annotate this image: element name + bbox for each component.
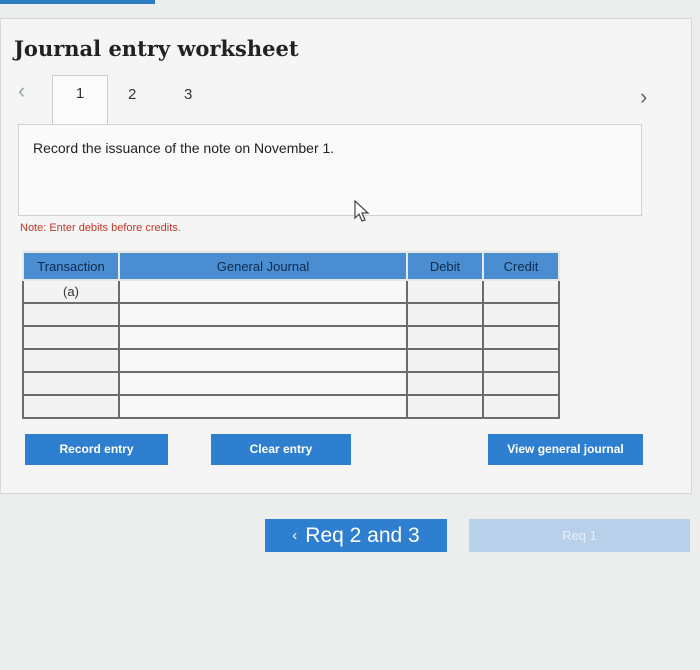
debit-input[interactable] (406, 279, 484, 304)
view-general-journal-button[interactable]: View general journal (488, 434, 643, 465)
header-debit: Debit (406, 251, 484, 281)
req-button-label: Req 2 and 3 (305, 524, 420, 547)
tab-3[interactable]: 3 (184, 86, 192, 103)
next-req-button[interactable]: Req 1 (469, 519, 690, 552)
table-header-row: Transaction General Journal Debit Credit (22, 251, 560, 281)
header-general-journal: General Journal (118, 251, 408, 281)
table-row (22, 302, 560, 327)
chevron-left-icon: ‹ (292, 527, 298, 544)
transaction-cell (22, 348, 120, 373)
table-row (22, 325, 560, 350)
clear-entry-button[interactable]: Clear entry (211, 434, 351, 465)
instruction-box: Record the issuance of the note on Novem… (18, 124, 642, 216)
credit-input[interactable] (482, 279, 560, 304)
account-input[interactable] (118, 394, 408, 419)
debit-input[interactable] (406, 348, 484, 373)
record-entry-button[interactable]: Record entry (25, 434, 168, 465)
debit-input[interactable] (406, 371, 484, 396)
credit-input[interactable] (482, 348, 560, 373)
table-row (22, 394, 560, 419)
table-row (22, 371, 560, 396)
credit-input[interactable] (482, 394, 560, 419)
account-input[interactable] (118, 302, 408, 327)
tab-1[interactable]: 1 (52, 75, 108, 129)
credit-input[interactable] (482, 302, 560, 327)
debit-input[interactable] (406, 394, 484, 419)
transaction-cell (22, 394, 120, 419)
note-text: Note: Enter debits before credits. (20, 222, 181, 234)
chevron-right-icon[interactable]: › (640, 86, 647, 108)
transaction-cell (22, 302, 120, 327)
table-row: (a) (22, 279, 560, 304)
mouse-cursor-icon (354, 200, 370, 222)
credit-input[interactable] (482, 325, 560, 350)
header-transaction: Transaction (22, 251, 120, 281)
page-title: Journal entry worksheet (14, 36, 299, 61)
transaction-cell (22, 371, 120, 396)
account-input[interactable] (118, 348, 408, 373)
account-input[interactable] (118, 325, 408, 350)
account-input[interactable] (118, 371, 408, 396)
table-row (22, 348, 560, 373)
req-2-and-3-button[interactable]: ‹ Req 2 and 3 (265, 519, 447, 552)
header-credit: Credit (482, 251, 560, 281)
transaction-cell: (a) (22, 279, 120, 304)
instruction-text: Record the issuance of the note on Novem… (33, 140, 335, 156)
transaction-cell (22, 325, 120, 350)
tab-2[interactable]: 2 (128, 86, 136, 103)
chevron-left-icon[interactable]: ‹ (18, 80, 25, 102)
top-accent-bar (0, 0, 155, 4)
debit-input[interactable] (406, 325, 484, 350)
journal-table: Transaction General Journal Debit Credit… (22, 251, 560, 419)
debit-input[interactable] (406, 302, 484, 327)
credit-input[interactable] (482, 371, 560, 396)
account-input[interactable] (118, 279, 408, 304)
tab-strip: ‹ 1 2 3 › (0, 70, 700, 129)
